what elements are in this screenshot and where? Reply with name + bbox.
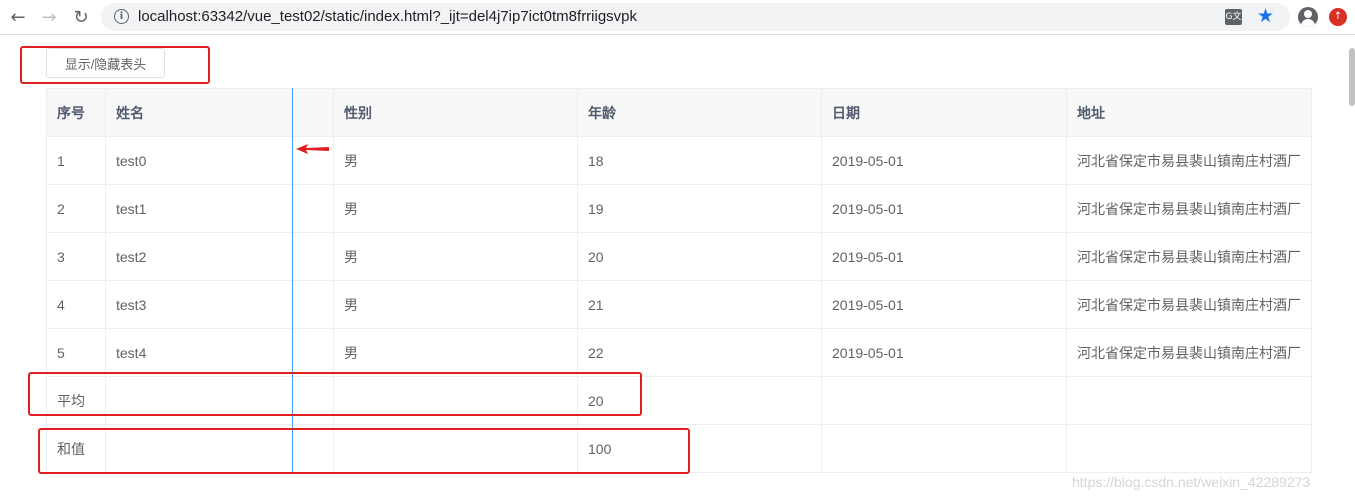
summary-cell — [1066, 376, 1312, 425]
cell-index: 4 — [46, 280, 106, 329]
star-icon[interactable]: ★ — [1257, 5, 1274, 27]
cell-gender: 男 — [333, 328, 578, 377]
cell-index: 1 — [46, 136, 106, 185]
cell-address: 河北省保定市易县裴山镇南庄村酒厂 — [1066, 232, 1312, 281]
cell-date: 2019-05-01 — [821, 280, 1067, 329]
info-icon[interactable]: i — [114, 9, 129, 24]
cell-index: 5 — [46, 328, 106, 377]
highlight-box-toggle — [20, 46, 210, 84]
cell-age: 21 — [577, 280, 822, 329]
summary-cell — [821, 376, 1067, 425]
translate-icon[interactable]: G文 — [1225, 9, 1242, 25]
column-header-gender[interactable]: 性别 — [333, 88, 578, 137]
cell-address: 河北省保定市易县裴山镇南庄村酒厂 — [1066, 136, 1312, 185]
cell-address: 河北省保定市易县裴山镇南庄村酒厂 — [1066, 328, 1312, 377]
highlight-box-sum — [38, 428, 690, 474]
column-header-address[interactable]: 地址 — [1066, 88, 1312, 137]
cell-name: test3 — [105, 280, 334, 329]
table-header-row: 序号 姓名 性别 年龄 日期 地址 — [46, 88, 1312, 137]
cell-gender: 男 — [333, 136, 578, 185]
page-scrollbar[interactable] — [1349, 48, 1355, 106]
summary-cell — [1066, 424, 1312, 473]
table-row[interactable]: 2 test1 男 19 2019-05-01 河北省保定市易县裴山镇南庄村酒厂 — [46, 184, 1312, 233]
table-row[interactable]: 1 test0 男 18 2019-05-01 河北省保定市易县裴山镇南庄村酒厂 — [46, 136, 1312, 185]
cell-age: 19 — [577, 184, 822, 233]
table-row[interactable]: 3 test2 男 20 2019-05-01 河北省保定市易县裴山镇南庄村酒厂 — [46, 232, 1312, 281]
table-row[interactable]: 5 test4 男 22 2019-05-01 河北省保定市易县裴山镇南庄村酒厂 — [46, 328, 1312, 377]
highlight-box-average — [28, 372, 642, 416]
address-bar[interactable]: i localhost:63342/vue_test02/static/inde… — [101, 3, 1290, 31]
cell-index: 3 — [46, 232, 106, 281]
cell-address: 河北省保定市易县裴山镇南庄村酒厂 — [1066, 280, 1312, 329]
browser-toolbar: ← → ↻ i localhost:63342/vue_test02/stati… — [0, 0, 1355, 35]
cell-age: 18 — [577, 136, 822, 185]
arrow-right-icon[interactable]: → — [38, 6, 60, 28]
arrow-left-annotation-icon — [296, 144, 329, 154]
cell-date: 2019-05-01 — [821, 328, 1067, 377]
cell-name: test1 — [105, 184, 334, 233]
url-text[interactable]: localhost:63342/vue_test02/static/index.… — [138, 8, 637, 25]
column-header-name[interactable]: 姓名 — [105, 88, 334, 137]
cell-gender: 男 — [333, 280, 578, 329]
cell-age: 22 — [577, 328, 822, 377]
column-header-index[interactable]: 序号 — [46, 88, 106, 137]
cell-date: 2019-05-01 — [821, 136, 1067, 185]
table-row[interactable]: 4 test3 男 21 2019-05-01 河北省保定市易县裴山镇南庄村酒厂 — [46, 280, 1312, 329]
cell-name: test4 — [105, 328, 334, 377]
cell-gender: 男 — [333, 184, 578, 233]
extension-icon[interactable]: ↑ — [1329, 8, 1347, 26]
column-header-age[interactable]: 年龄 — [577, 88, 822, 137]
cell-gender: 男 — [333, 232, 578, 281]
cell-date: 2019-05-01 — [821, 184, 1067, 233]
cell-date: 2019-05-01 — [821, 232, 1067, 281]
arrow-left-icon[interactable]: ← — [7, 6, 29, 28]
watermark: https://blog.csdn.net/weixin_42289273 — [1072, 474, 1311, 490]
cell-age: 20 — [577, 232, 822, 281]
reload-icon[interactable]: ↻ — [70, 6, 92, 28]
summary-cell — [821, 424, 1067, 473]
cell-index: 2 — [46, 184, 106, 233]
avatar-icon[interactable] — [1298, 7, 1318, 27]
cell-address: 河北省保定市易县裴山镇南庄村酒厂 — [1066, 184, 1312, 233]
cell-name: test2 — [105, 232, 334, 281]
column-header-date[interactable]: 日期 — [821, 88, 1067, 137]
